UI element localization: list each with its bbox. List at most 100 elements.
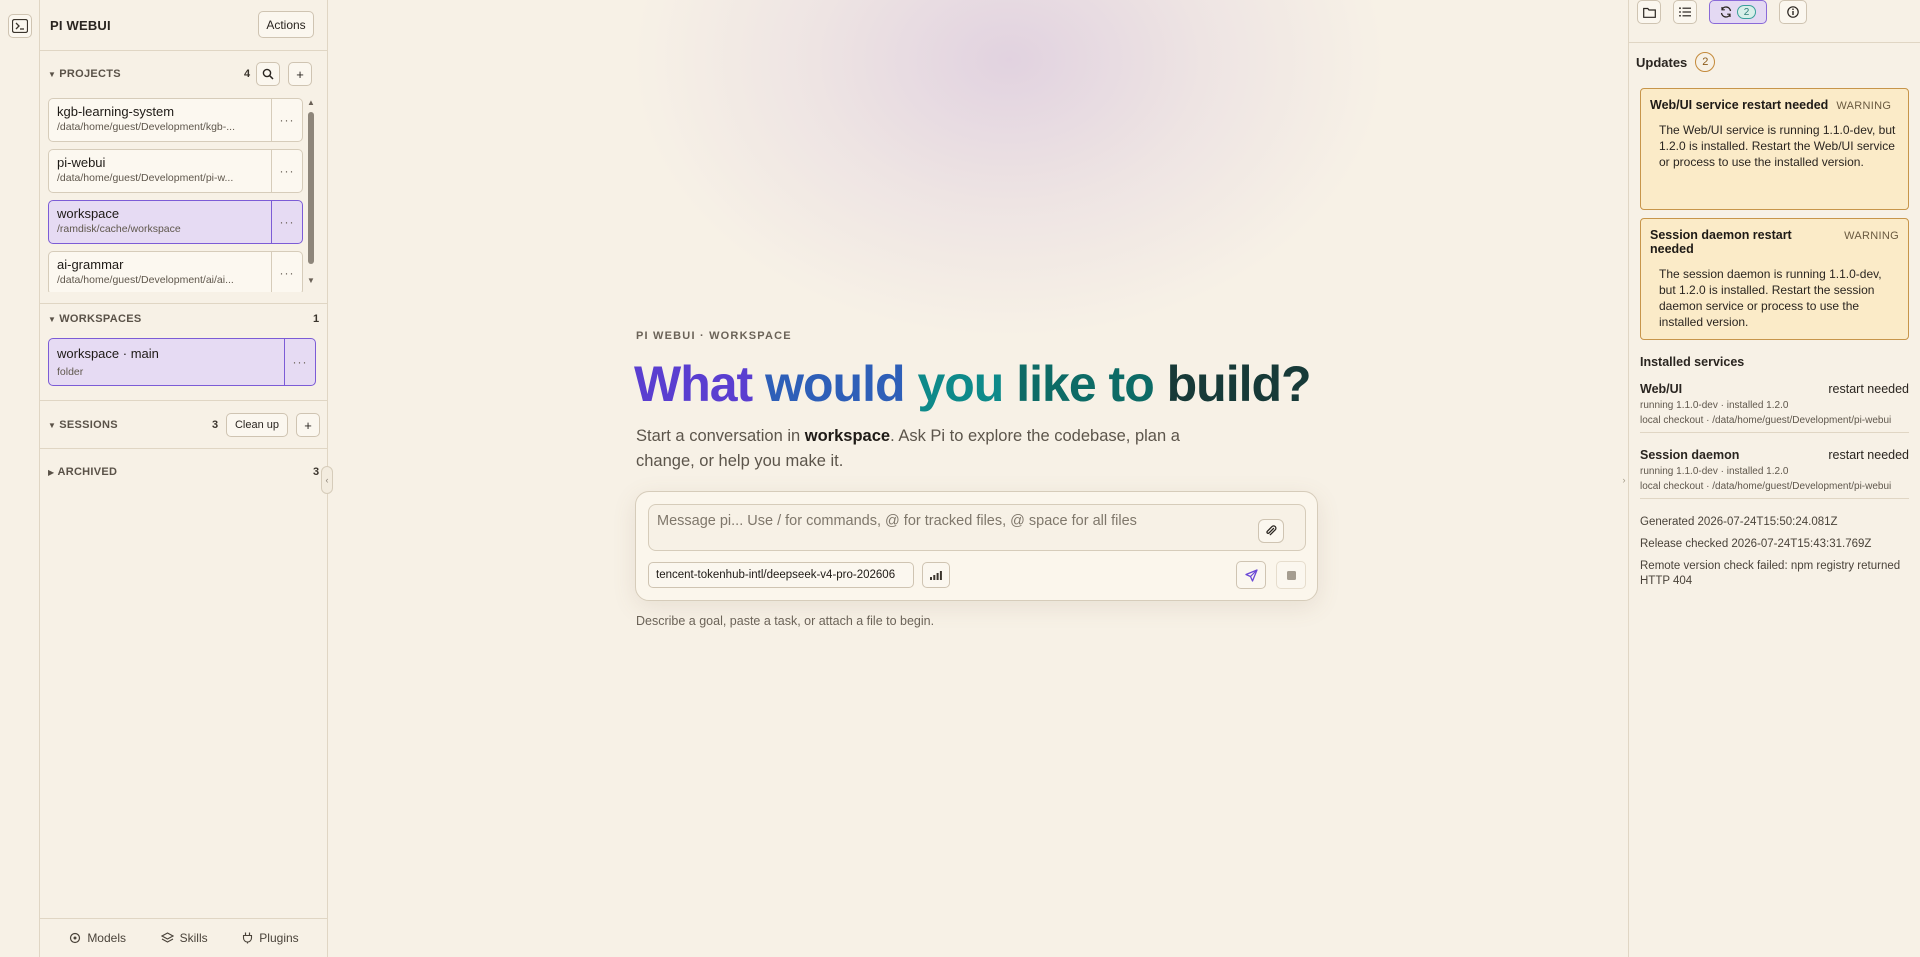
thinking-level-button[interactable] (922, 562, 950, 588)
search-icon (262, 68, 274, 80)
info-icon (1787, 6, 1799, 18)
generated-timestamp: Generated 2026-07-24T15:50:24.081Z (1640, 516, 1838, 528)
service-entry: Session daemon restart needed running 1.… (1640, 448, 1909, 499)
files-tab[interactable] (1637, 0, 1661, 24)
page-kicker: PI WEBUI · WORKSPACE (636, 330, 792, 342)
models-button[interactable]: Models (69, 931, 126, 945)
right-panel: 2 Updates 2 Web/UI service restart neede… (1628, 0, 1920, 957)
warning-body: The session daemon is running 1.1.0-dev,… (1659, 267, 1882, 329)
service-versions: running 1.1.0-dev · installed 1.2.0 (1640, 400, 1789, 411)
plus-icon: + (304, 417, 312, 433)
divider (40, 303, 328, 304)
caret-down-icon: ▼ (48, 69, 57, 79)
list-tab[interactable] (1673, 0, 1697, 24)
models-icon (69, 932, 81, 944)
composer-hint: Describe a goal, paste a task, or attach… (636, 614, 935, 628)
main-area: PI WEBUI · WORKSPACE What would you like… (329, 0, 1628, 957)
plus-icon: + (296, 66, 304, 82)
scroll-thumb[interactable] (308, 112, 314, 264)
app-brand: PI WEBUI (50, 18, 111, 33)
project-path: /data/home/guest/Development/kgb-... (57, 121, 236, 133)
terminal-icon (12, 19, 28, 33)
service-name: Session daemon (1640, 448, 1740, 462)
left-rail (0, 0, 40, 957)
service-status: restart needed (1828, 382, 1909, 396)
project-item[interactable]: pi-webui /data/home/guest/Development/pi… (48, 149, 303, 193)
sidebar: PI WEBUI Actions ▼ PROJECTS 4 + kgb-lear… (40, 0, 328, 957)
project-more-button[interactable]: ··· (272, 252, 302, 292)
info-tab[interactable] (1779, 0, 1807, 24)
attach-button[interactable] (1258, 519, 1284, 543)
plugins-button[interactable]: Plugins (242, 931, 299, 945)
archived-count: 3 (313, 466, 320, 478)
project-path: /data/home/guest/Development/ai/ai... (57, 274, 234, 286)
project-item[interactable]: ai-grammar /data/home/guest/Development/… (48, 251, 303, 292)
model-select[interactable]: tencent-tokenhub-intl/deepseek-v4-pro-20… (648, 562, 914, 588)
installed-services-title: Installed services (1640, 355, 1745, 369)
service-versions: running 1.1.0-dev · installed 1.2.0 (1640, 466, 1789, 477)
warning-level: WARNING (1844, 230, 1899, 242)
sessions-count: 3 (212, 419, 219, 431)
project-select[interactable]: pi-webui /data/home/guest/Development/pi… (49, 150, 272, 192)
projects-count: 4 (244, 68, 251, 80)
project-select[interactable]: workspace /ramdisk/cache/workspace (49, 201, 272, 243)
archived-section-toggle[interactable]: ▶ ARCHIVED 3 (48, 462, 320, 482)
project-item[interactable]: kgb-learning-system /data/home/guest/Dev… (48, 98, 303, 142)
divider (1640, 498, 1909, 499)
service-name: Web/UI (1640, 382, 1683, 396)
send-button[interactable] (1236, 561, 1266, 589)
plugins-label: Plugins (259, 931, 299, 945)
skills-icon (160, 932, 174, 944)
updates-count: 2 (1695, 52, 1716, 72)
service-source: local checkout · /data/home/guest/Develo… (1640, 415, 1892, 426)
message-input[interactable] (648, 504, 1306, 551)
caret-right-icon: ▶ (48, 467, 55, 477)
add-project-button[interactable]: + (288, 62, 312, 86)
project-path: /data/home/guest/Development/pi-w... (57, 172, 234, 184)
warning-level: WARNING (1836, 100, 1892, 112)
search-projects-button[interactable] (256, 62, 280, 86)
service-source: local checkout · /data/home/guest/Develo… (1640, 481, 1892, 492)
project-scrollbar[interactable]: ▲ ▼ (306, 98, 314, 292)
project-name: workspace (57, 206, 120, 221)
signal-icon (930, 570, 942, 580)
skills-button[interactable]: Skills (160, 931, 208, 945)
project-item-active[interactable]: workspace /ramdisk/cache/workspace ··· (48, 200, 303, 244)
workspace-select[interactable]: workspace · main folder (49, 339, 285, 385)
actions-button[interactable]: Actions (258, 11, 314, 38)
project-select[interactable]: kgb-learning-system /data/home/guest/Dev… (49, 99, 272, 141)
sidebar-footer: Models Skills Plugins (40, 918, 328, 957)
project-more-button[interactable]: ··· (272, 99, 302, 141)
subtitle-text: Start a conversation in (636, 427, 805, 445)
subtitle-workspace: workspace (804, 427, 891, 445)
updates-title: Updates (1636, 54, 1688, 70)
warning-title: Session daemon restart needed (1650, 228, 1792, 256)
project-more-button[interactable]: ··· (272, 150, 302, 192)
warning-card: Session daemon restart needed WARNING Th… (1640, 218, 1909, 340)
workspace-more-button[interactable]: ··· (285, 339, 315, 385)
scroll-up-icon[interactable]: ▲ (307, 98, 314, 107)
plugins-icon (242, 932, 253, 944)
clean-up-button[interactable]: Clean up (226, 413, 288, 437)
hero-word: you (917, 356, 1004, 412)
archived-label: ARCHIVED (57, 466, 118, 478)
chevron-right-icon: › (1622, 475, 1626, 485)
project-name: ai-grammar (57, 257, 124, 272)
scroll-down-icon[interactable]: ▼ (307, 276, 314, 285)
project-more-button[interactable]: ··· (272, 201, 302, 243)
stop-button[interactable] (1276, 561, 1306, 589)
projects-label: PROJECTS (59, 68, 121, 80)
updates-tab[interactable]: 2 (1709, 0, 1767, 24)
workspaces-label: WORKSPACES (59, 313, 142, 325)
sidebar-header: PI WEBUI Actions (40, 0, 328, 51)
workspace-item-active[interactable]: workspace · main folder ··· (48, 338, 316, 386)
project-select[interactable]: ai-grammar /data/home/guest/Development/… (49, 252, 272, 292)
release-checked-timestamp: Release checked 2026-07-24T15:43:31.769Z (1640, 538, 1872, 550)
sessions-label: SESSIONS (59, 419, 118, 431)
workspace-name: workspace · main (57, 346, 159, 361)
divider (1640, 432, 1909, 433)
hero-word: would (765, 356, 905, 412)
terminal-toggle-button[interactable] (8, 14, 32, 38)
workspaces-section-toggle[interactable]: ▼ WORKSPACES 1 (48, 309, 320, 329)
add-session-button[interactable]: + (296, 413, 320, 437)
